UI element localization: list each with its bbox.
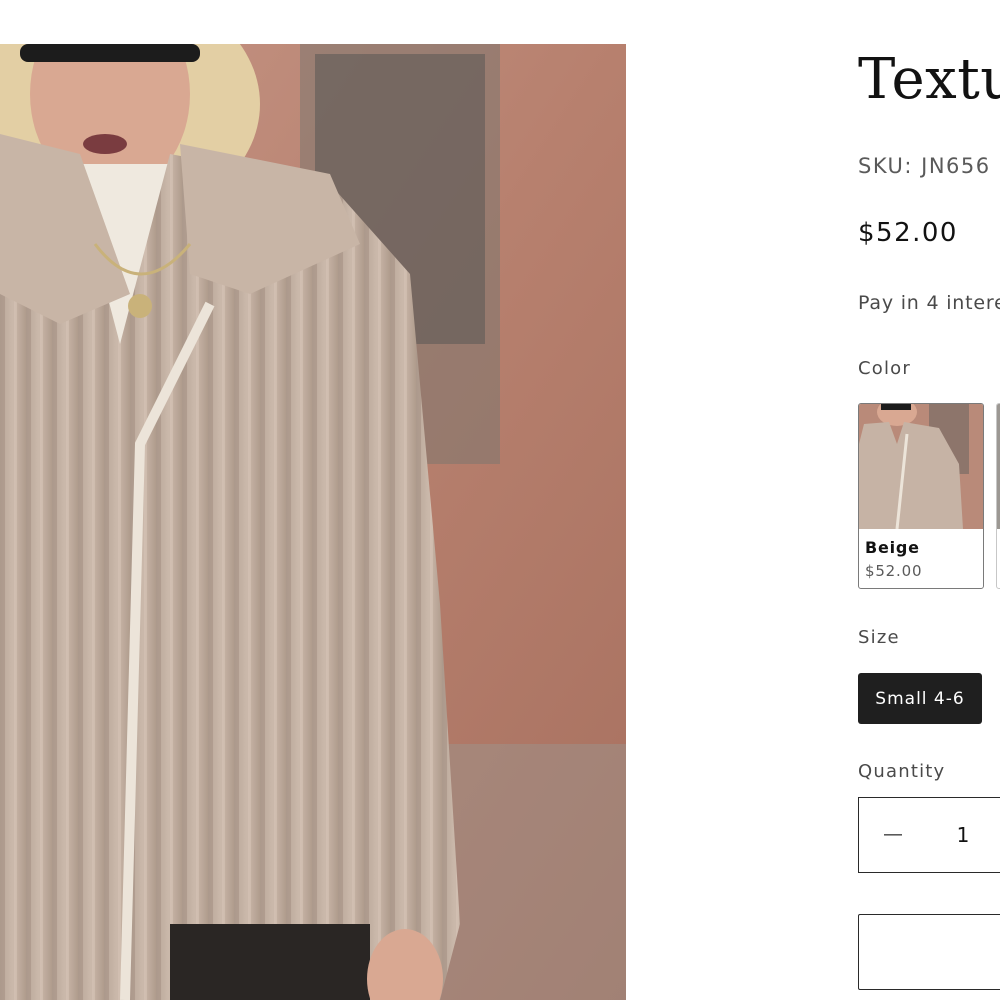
installments-text: Pay in 4 intere — [858, 292, 1000, 314]
swatch-name: Beige — [865, 538, 920, 557]
swatch-price: $52.00 — [865, 562, 923, 580]
size-option-label: Small 4-6 — [875, 688, 965, 709]
product-price: $52.00 — [858, 218, 958, 248]
quantity-stepper — [858, 797, 1000, 873]
product-page: Textu SKU: JN656 $52.00 Pay in 4 intere … — [0, 0, 1000, 1000]
product-title: Textu — [858, 47, 1000, 112]
quantity-input[interactable] — [945, 820, 981, 850]
color-swatch-beige[interactable]: Beige $52.00 — [858, 403, 984, 589]
product-sku: SKU: JN656 — [858, 154, 991, 178]
minus-icon[interactable] — [879, 816, 907, 854]
add-to-cart-button[interactable] — [858, 914, 1000, 990]
quantity-label: Quantity — [858, 761, 946, 782]
product-info: Textu SKU: JN656 $52.00 Pay in 4 intere … — [858, 0, 1000, 1000]
product-photo — [0, 44, 626, 1000]
size-option-small[interactable]: Small 4-6 — [858, 673, 982, 724]
color-swatch-2[interactable] — [996, 403, 1000, 589]
size-label: Size — [858, 627, 900, 648]
product-image[interactable] — [0, 44, 626, 1000]
swatch-thumbnail — [859, 404, 983, 529]
color-label: Color — [858, 358, 911, 379]
